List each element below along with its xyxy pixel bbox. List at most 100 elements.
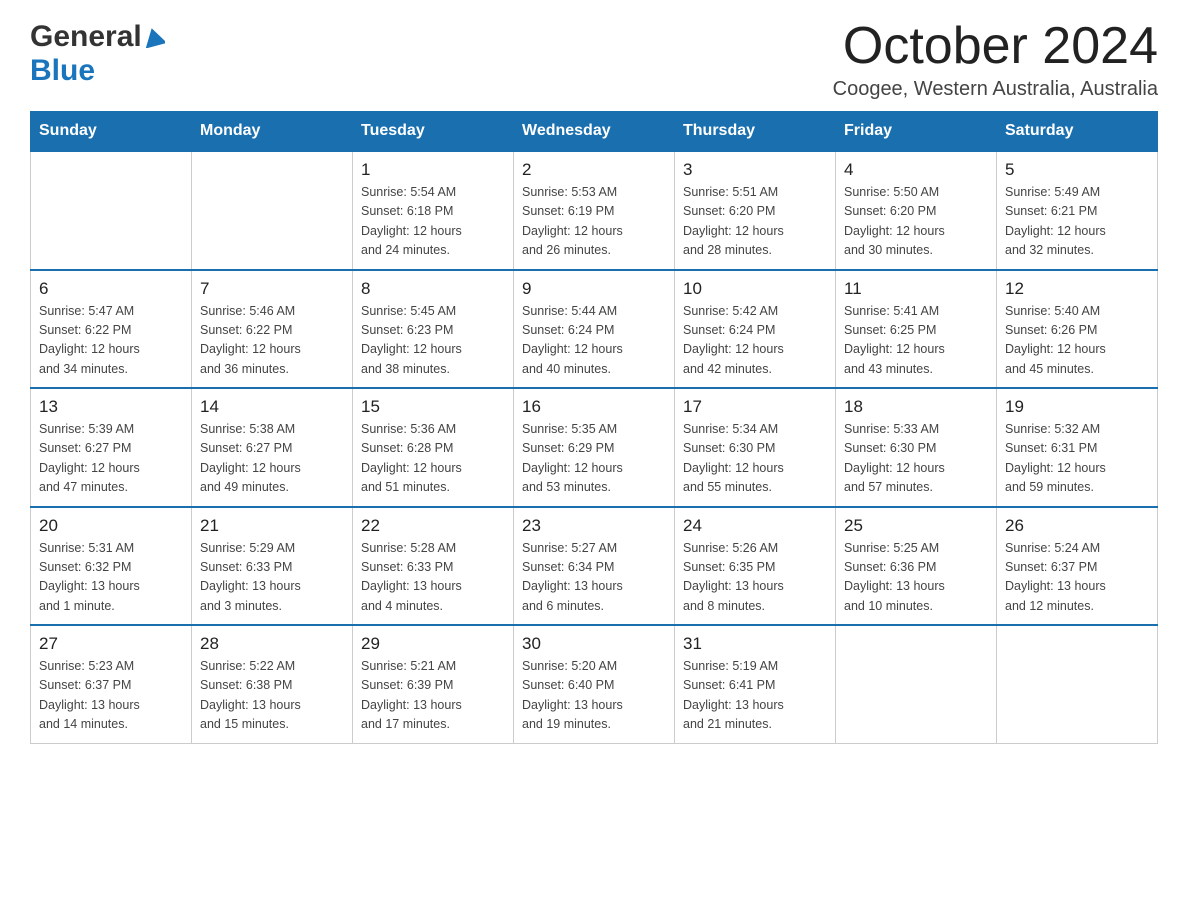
day-number: 23 — [522, 516, 666, 536]
calendar-cell — [997, 625, 1158, 743]
day-info: Sunrise: 5:44 AM Sunset: 6:24 PM Dayligh… — [522, 302, 666, 380]
calendar-cell — [192, 151, 353, 270]
day-info: Sunrise: 5:51 AM Sunset: 6:20 PM Dayligh… — [683, 183, 827, 261]
day-number: 5 — [1005, 160, 1149, 180]
calendar-cell: 16 Sunrise: 5:35 AM Sunset: 6:29 PM Dayli… — [514, 388, 675, 507]
day-info: Sunrise: 5:47 AM Sunset: 6:22 PM Dayligh… — [39, 302, 183, 380]
day-number: 3 — [683, 160, 827, 180]
calendar-cell: 12 Sunrise: 5:40 AM Sunset: 6:26 PM Dayli… — [997, 270, 1158, 389]
day-info: Sunrise: 5:40 AM Sunset: 6:26 PM Dayligh… — [1005, 302, 1149, 380]
logo-triangle-icon — [143, 26, 165, 48]
day-number: 31 — [683, 634, 827, 654]
logo-general-text: General — [30, 20, 142, 54]
calendar-cell: 6 Sunrise: 5:47 AM Sunset: 6:22 PM Daylig… — [31, 270, 192, 389]
day-info: Sunrise: 5:20 AM Sunset: 6:40 PM Dayligh… — [522, 657, 666, 735]
weekday-header-friday: Friday — [836, 112, 997, 152]
calendar-cell: 8 Sunrise: 5:45 AM Sunset: 6:23 PM Daylig… — [353, 270, 514, 389]
day-info: Sunrise: 5:50 AM Sunset: 6:20 PM Dayligh… — [844, 183, 988, 261]
day-number: 21 — [200, 516, 344, 536]
day-number: 28 — [200, 634, 344, 654]
day-info: Sunrise: 5:35 AM Sunset: 6:29 PM Dayligh… — [522, 420, 666, 498]
calendar-cell: 14Sunrise: 5:38 AM Sunset: 6:27 PM Dayli… — [192, 388, 353, 507]
day-info: Sunrise: 5:49 AM Sunset: 6:21 PM Dayligh… — [1005, 183, 1149, 261]
day-number: 9 — [522, 279, 666, 299]
main-title: October 2024 — [833, 20, 1158, 72]
calendar-week-row: 13Sunrise: 5:39 AM Sunset: 6:27 PM Dayli… — [31, 388, 1158, 507]
calendar-cell: 30 Sunrise: 5:20 AM Sunset: 6:40 PM Dayli… — [514, 625, 675, 743]
day-info: Sunrise: 5:45 AM Sunset: 6:23 PM Dayligh… — [361, 302, 505, 380]
day-info: Sunrise: 5:33 AM Sunset: 6:30 PM Dayligh… — [844, 420, 988, 498]
day-number: 25 — [844, 516, 988, 536]
day-info: Sunrise: 5:42 AM Sunset: 6:24 PM Dayligh… — [683, 302, 827, 380]
calendar-cell: 31 Sunrise: 5:19 AM Sunset: 6:41 PM Dayli… — [675, 625, 836, 743]
weekday-header-sunday: Sunday — [31, 112, 192, 152]
day-number: 30 — [522, 634, 666, 654]
day-number: 2 — [522, 160, 666, 180]
day-number: 11 — [844, 279, 988, 299]
calendar-week-row: 1Sunrise: 5:54 AM Sunset: 6:18 PM Daylig… — [31, 151, 1158, 270]
calendar-body: 1Sunrise: 5:54 AM Sunset: 6:18 PM Daylig… — [31, 151, 1158, 743]
calendar-cell: 18Sunrise: 5:33 AM Sunset: 6:30 PM Dayli… — [836, 388, 997, 507]
weekday-header-thursday: Thursday — [675, 112, 836, 152]
day-info: Sunrise: 5:41 AM Sunset: 6:25 PM Dayligh… — [844, 302, 988, 380]
day-number: 12 — [1005, 279, 1149, 299]
calendar-week-row: 6 Sunrise: 5:47 AM Sunset: 6:22 PM Daylig… — [31, 270, 1158, 389]
calendar-cell — [836, 625, 997, 743]
calendar-cell: 2 Sunrise: 5:53 AM Sunset: 6:19 PM Daylig… — [514, 151, 675, 270]
calendar-cell: 27Sunrise: 5:23 AM Sunset: 6:37 PM Dayli… — [31, 625, 192, 743]
day-number: 7 — [200, 279, 344, 299]
day-number: 29 — [361, 634, 505, 654]
calendar-cell: 20Sunrise: 5:31 AM Sunset: 6:32 PM Dayli… — [31, 507, 192, 626]
calendar-cell: 25 Sunrise: 5:25 AM Sunset: 6:36 PM Dayli… — [836, 507, 997, 626]
logo-blue-label: Blue — [30, 54, 95, 87]
day-info: Sunrise: 5:27 AM Sunset: 6:34 PM Dayligh… — [522, 539, 666, 617]
day-number: 4 — [844, 160, 988, 180]
page-header: General Blue October 2024 Coogee, Wester… — [30, 20, 1158, 101]
day-number: 26 — [1005, 516, 1149, 536]
calendar-cell: 28 Sunrise: 5:22 AM Sunset: 6:38 PM Dayli… — [192, 625, 353, 743]
calendar-cell: 22Sunrise: 5:28 AM Sunset: 6:33 PM Dayli… — [353, 507, 514, 626]
day-number: 24 — [683, 516, 827, 536]
calendar-cell: 23 Sunrise: 5:27 AM Sunset: 6:34 PM Dayli… — [514, 507, 675, 626]
day-number: 10 — [683, 279, 827, 299]
day-info: Sunrise: 5:25 AM Sunset: 6:36 PM Dayligh… — [844, 539, 988, 617]
calendar-cell: 15Sunrise: 5:36 AM Sunset: 6:28 PM Dayli… — [353, 388, 514, 507]
day-number: 14 — [200, 397, 344, 417]
day-number: 19 — [1005, 397, 1149, 417]
day-number: 27 — [39, 634, 183, 654]
calendar-cell — [31, 151, 192, 270]
day-info: Sunrise: 5:53 AM Sunset: 6:19 PM Dayligh… — [522, 183, 666, 261]
calendar-cell: 5 Sunrise: 5:49 AM Sunset: 6:21 PM Daylig… — [997, 151, 1158, 270]
day-info: Sunrise: 5:22 AM Sunset: 6:38 PM Dayligh… — [200, 657, 344, 735]
calendar-cell: 26Sunrise: 5:24 AM Sunset: 6:37 PM Dayli… — [997, 507, 1158, 626]
day-info: Sunrise: 5:46 AM Sunset: 6:22 PM Dayligh… — [200, 302, 344, 380]
calendar-cell: 13Sunrise: 5:39 AM Sunset: 6:27 PM Dayli… — [31, 388, 192, 507]
day-number: 8 — [361, 279, 505, 299]
logo-blue-text: Blue — [30, 54, 95, 88]
calendar-cell: 9 Sunrise: 5:44 AM Sunset: 6:24 PM Daylig… — [514, 270, 675, 389]
calendar-cell: 21Sunrise: 5:29 AM Sunset: 6:33 PM Dayli… — [192, 507, 353, 626]
day-info: Sunrise: 5:28 AM Sunset: 6:33 PM Dayligh… — [361, 539, 505, 617]
calendar-table: SundayMondayTuesdayWednesdayThursdayFrid… — [30, 111, 1158, 744]
calendar-cell: 4 Sunrise: 5:50 AM Sunset: 6:20 PM Daylig… — [836, 151, 997, 270]
calendar-cell: 29 Sunrise: 5:21 AM Sunset: 6:39 PM Dayli… — [353, 625, 514, 743]
day-info: Sunrise: 5:26 AM Sunset: 6:35 PM Dayligh… — [683, 539, 827, 617]
logo-area: General Blue — [30, 20, 166, 88]
day-info: Sunrise: 5:21 AM Sunset: 6:39 PM Dayligh… — [361, 657, 505, 735]
calendar-cell: 11 Sunrise: 5:41 AM Sunset: 6:25 PM Dayli… — [836, 270, 997, 389]
day-info: Sunrise: 5:19 AM Sunset: 6:41 PM Dayligh… — [683, 657, 827, 735]
day-number: 6 — [39, 279, 183, 299]
calendar-cell: 19Sunrise: 5:32 AM Sunset: 6:31 PM Dayli… — [997, 388, 1158, 507]
calendar-week-row: 27Sunrise: 5:23 AM Sunset: 6:37 PM Dayli… — [31, 625, 1158, 743]
weekday-header-wednesday: Wednesday — [514, 112, 675, 152]
calendar-header: SundayMondayTuesdayWednesdayThursdayFrid… — [31, 112, 1158, 152]
calendar-week-row: 20Sunrise: 5:31 AM Sunset: 6:32 PM Dayli… — [31, 507, 1158, 626]
calendar-cell: 10 Sunrise: 5:42 AM Sunset: 6:24 PM Dayli… — [675, 270, 836, 389]
day-number: 13 — [39, 397, 183, 417]
calendar-cell: 1Sunrise: 5:54 AM Sunset: 6:18 PM Daylig… — [353, 151, 514, 270]
calendar-cell: 17Sunrise: 5:34 AM Sunset: 6:30 PM Dayli… — [675, 388, 836, 507]
day-number: 16 — [522, 397, 666, 417]
subtitle: Coogee, Western Australia, Australia — [833, 78, 1158, 101]
calendar-cell: 3 Sunrise: 5:51 AM Sunset: 6:20 PM Daylig… — [675, 151, 836, 270]
day-info: Sunrise: 5:34 AM Sunset: 6:30 PM Dayligh… — [683, 420, 827, 498]
